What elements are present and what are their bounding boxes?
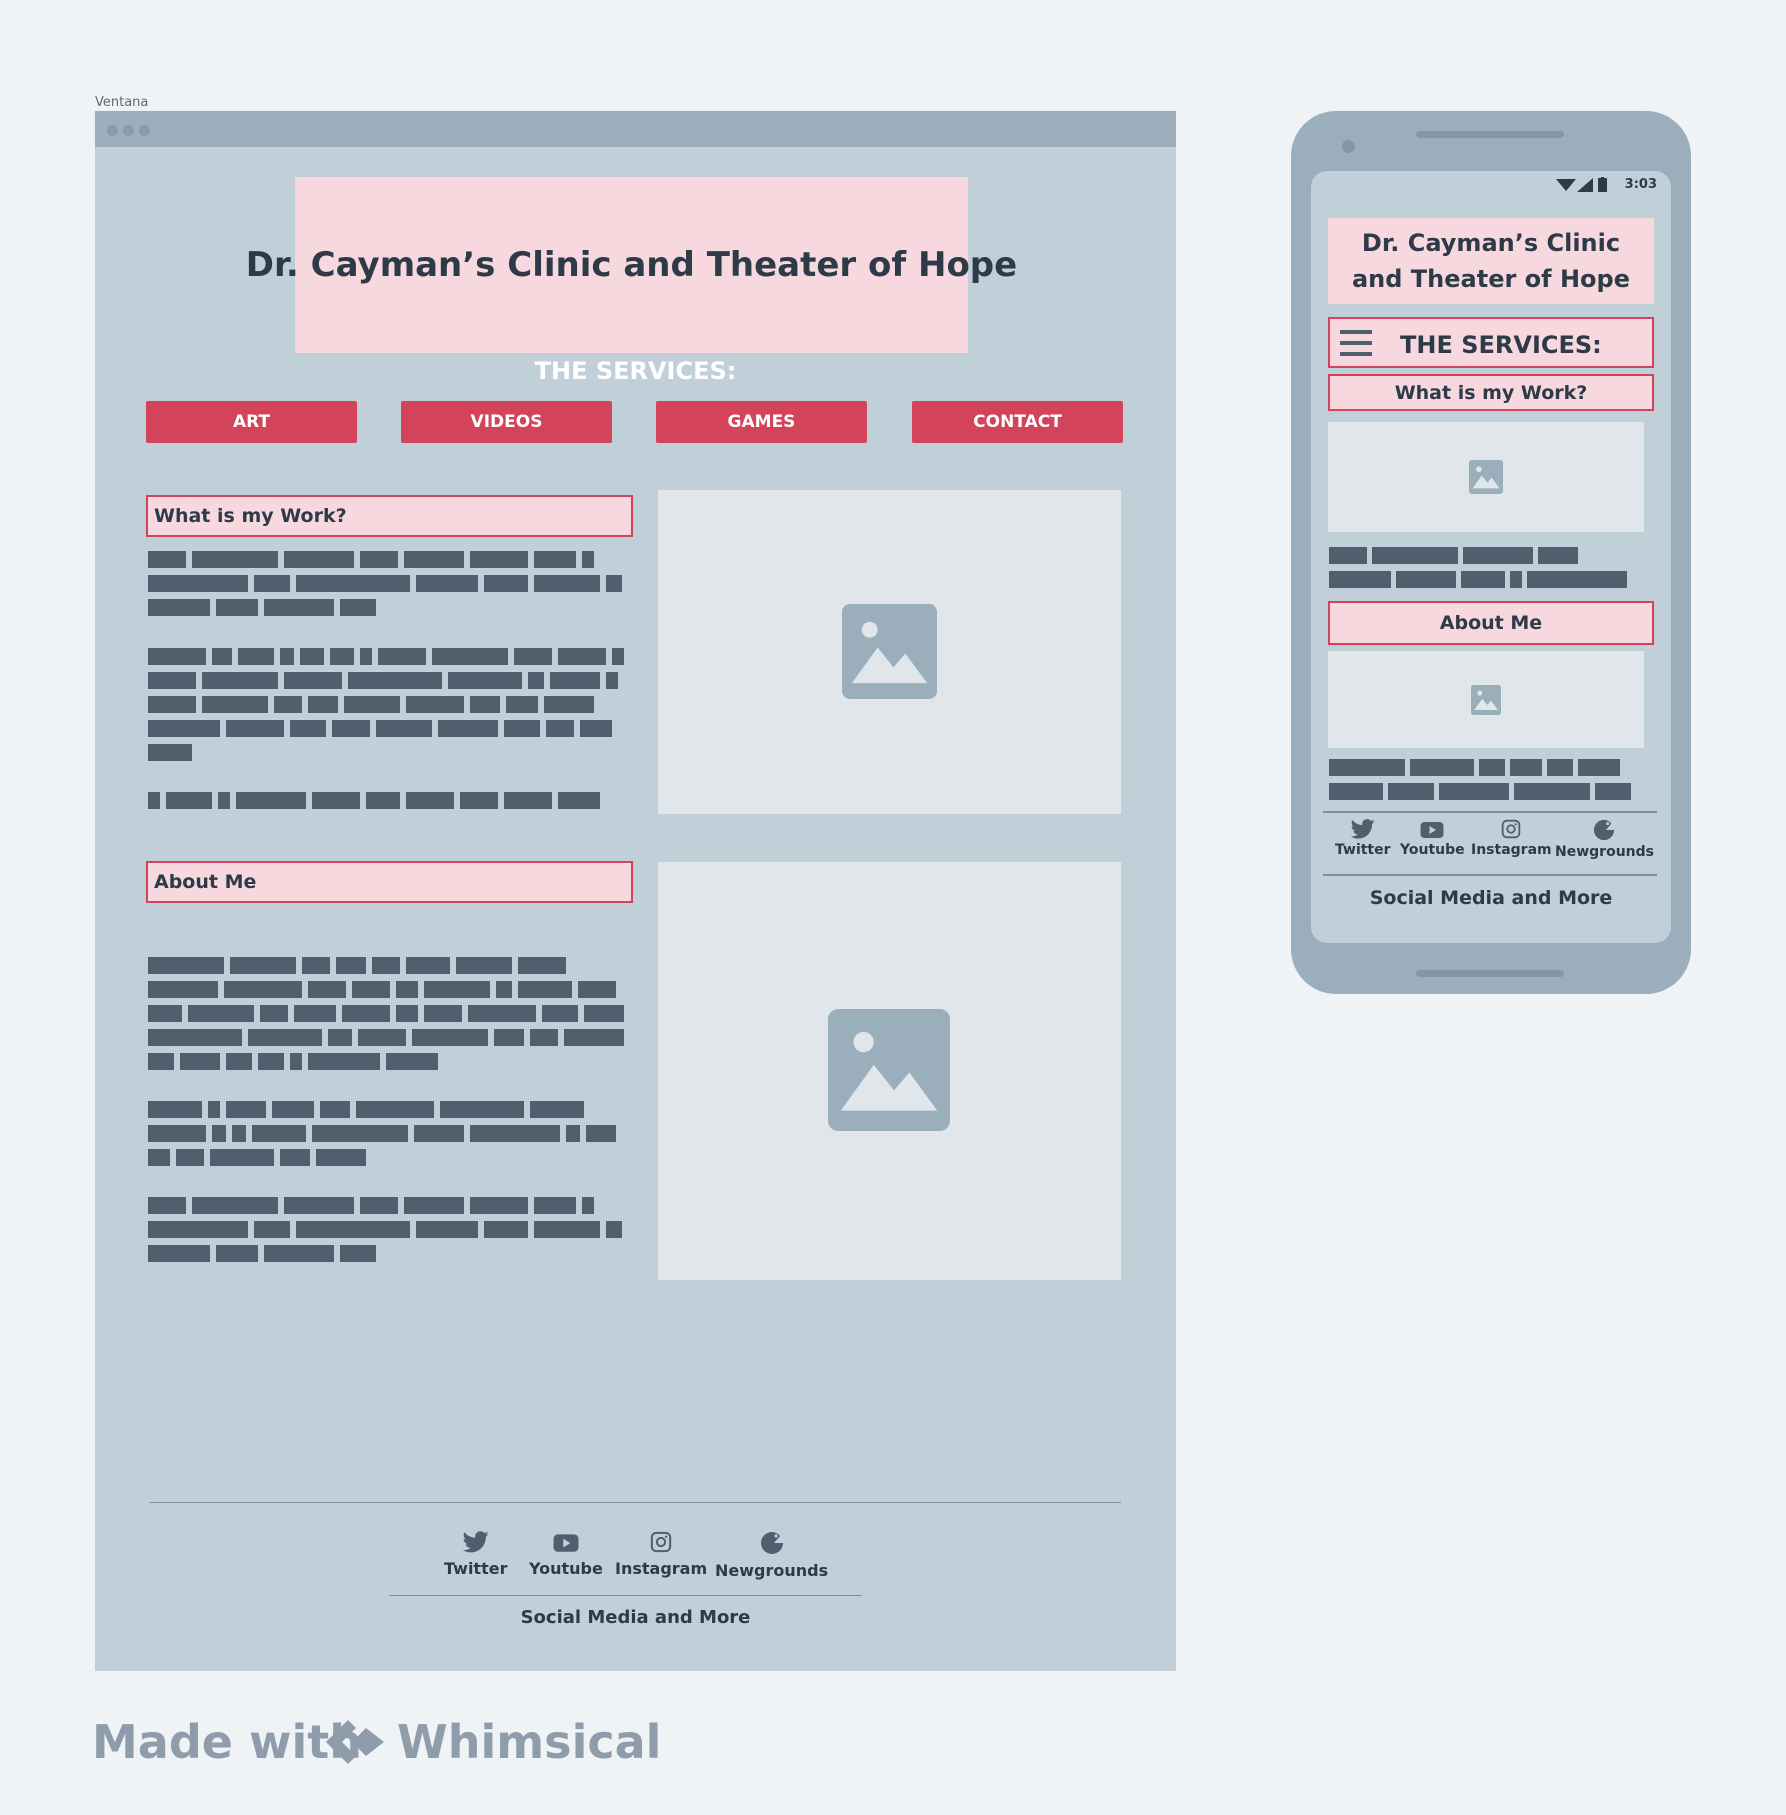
footer-text: Social Media and More xyxy=(520,1607,751,1628)
whimsical-logo-icon xyxy=(326,1720,384,1764)
window-control-dot[interactable] xyxy=(107,125,118,136)
footer-divider xyxy=(150,1502,1121,1503)
social-label: Youtube xyxy=(1400,842,1465,858)
image-placeholder xyxy=(658,862,1121,1280)
mobile-social-link-newgrounds[interactable]: Newgrounds xyxy=(1555,819,1654,860)
social-link-instagram[interactable]: Instagram xyxy=(615,1531,707,1578)
social-link-twitter[interactable]: Twitter xyxy=(444,1531,507,1578)
mobile-social-link-instagram[interactable]: Instagram xyxy=(1471,819,1552,858)
mobile-social-link-twitter[interactable]: Twitter xyxy=(1335,819,1391,858)
nav-button-videos[interactable]: VIDEOS xyxy=(401,401,612,443)
footer-divider xyxy=(389,1595,862,1596)
section-heading-work: What is my Work? xyxy=(146,495,633,537)
mobile-device-frame: 3:03 Dr. Cayman’s Clinic and Theater of … xyxy=(1291,111,1691,994)
social-label: Newgrounds xyxy=(715,1561,829,1580)
text-placeholder-block xyxy=(148,1101,628,1173)
image-icon xyxy=(842,604,937,699)
text-placeholder-block xyxy=(148,648,628,768)
twitter-icon xyxy=(1350,819,1375,839)
twitter-icon xyxy=(462,1531,489,1553)
nav-button-contact[interactable]: CONTACT xyxy=(912,401,1123,443)
whimsical-brand-text: Whimsical xyxy=(397,1715,662,1769)
mobile-footer-divider xyxy=(1323,874,1657,876)
image-placeholder xyxy=(658,490,1121,814)
social-label: Youtube xyxy=(529,1559,603,1578)
mobile-image-placeholder xyxy=(1328,651,1644,748)
social-label: Instagram xyxy=(615,1559,708,1578)
image-icon xyxy=(1469,460,1503,494)
window-control-dot[interactable] xyxy=(123,125,134,136)
text-placeholder-block xyxy=(148,957,628,1077)
social-label: Instagram xyxy=(1471,842,1552,858)
mobile-services-title: THE SERVICES: xyxy=(1400,331,1602,359)
section-heading-about: About Me xyxy=(146,861,633,903)
mobile-site-title-banner: Dr. Cayman’s Clinic and Theater of Hope xyxy=(1328,218,1654,304)
mobile-image-placeholder xyxy=(1328,422,1644,532)
mobile-services-bar[interactable]: THE SERVICES: xyxy=(1328,317,1654,368)
services-title: THE SERVICES: xyxy=(534,357,737,385)
image-icon xyxy=(1471,685,1501,715)
social-label: Twitter xyxy=(444,1559,508,1578)
phone-speaker xyxy=(1416,131,1564,138)
mobile-footer-text: Social Media and More xyxy=(1369,887,1613,909)
newgrounds-icon xyxy=(1594,819,1615,841)
social-link-youtube[interactable]: Youtube xyxy=(529,1531,603,1578)
youtube-icon xyxy=(553,1534,579,1552)
window-control-dot[interactable] xyxy=(139,125,150,136)
battery-icon xyxy=(1598,177,1607,192)
social-label: Twitter xyxy=(1335,842,1391,858)
image-icon xyxy=(828,1009,950,1131)
site-title: Dr. Cayman’s Clinic and Theater of Hope xyxy=(245,245,1018,285)
mobile-screen: 3:03 Dr. Cayman’s Clinic and Theater of … xyxy=(1311,171,1671,943)
window-label: Ventana xyxy=(95,95,149,110)
mobile-section-heading-about: About Me xyxy=(1328,601,1654,645)
nav-button-art[interactable]: ART xyxy=(146,401,357,443)
phone-camera xyxy=(1342,140,1355,153)
mobile-text-placeholder xyxy=(1329,759,1649,807)
youtube-icon xyxy=(1420,822,1444,838)
text-placeholder-block xyxy=(148,1197,628,1269)
newgrounds-icon xyxy=(760,1532,783,1554)
instagram-icon xyxy=(650,1531,672,1553)
mobile-text-placeholder xyxy=(1329,547,1649,595)
window-titlebar[interactable] xyxy=(95,111,1176,147)
status-time: 3:03 xyxy=(1624,177,1657,192)
mobile-social-link-youtube[interactable]: Youtube xyxy=(1400,819,1465,858)
site-title-banner: Dr. Cayman’s Clinic and Theater of Hope xyxy=(246,177,1017,353)
text-placeholder-block xyxy=(148,551,628,623)
mobile-site-title: Dr. Cayman’s Clinic and Theater of Hope xyxy=(1351,229,1630,293)
social-link-newgrounds[interactable]: Newgrounds xyxy=(715,1531,828,1580)
social-label: Newgrounds xyxy=(1555,844,1654,860)
signal-icon xyxy=(1577,178,1593,192)
nav-button-games[interactable]: GAMES xyxy=(656,401,867,443)
instagram-icon xyxy=(1502,819,1521,839)
desktop-window: Dr. Cayman’s Clinic and Theater of Hope … xyxy=(95,111,1176,1671)
mobile-section-heading-work: What is my Work? xyxy=(1328,374,1654,411)
hamburger-menu-icon[interactable] xyxy=(1340,329,1372,357)
phone-home-bar xyxy=(1416,970,1564,977)
mobile-footer-divider xyxy=(1323,811,1657,813)
text-placeholder-block xyxy=(148,792,628,816)
wifi-icon xyxy=(1556,179,1576,191)
